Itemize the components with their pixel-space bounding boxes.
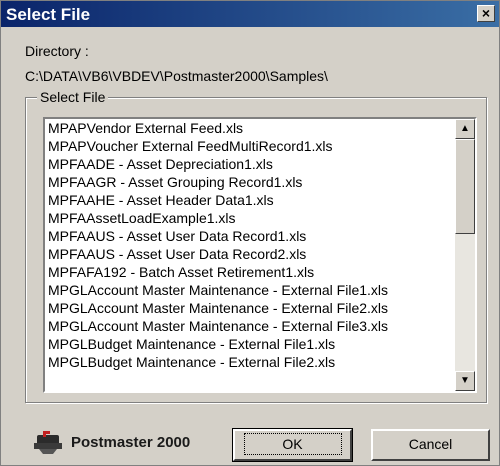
- close-button[interactable]: ×: [477, 5, 495, 22]
- title-bar[interactable]: Select File ×: [1, 1, 499, 27]
- list-item[interactable]: MPFAFA192 - Batch Asset Retirement1.xls: [45, 263, 455, 281]
- groupbox-label: Select File: [37, 89, 109, 105]
- mailbox-icon: [33, 429, 63, 455]
- list-item[interactable]: MPGLAccount Master Maintenance - Externa…: [45, 281, 455, 299]
- select-file-dialog: Select File × Directory : C:\DATA\VB6\VB…: [0, 0, 500, 466]
- scroll-down-icon[interactable]: ▼: [455, 371, 475, 391]
- list-item[interactable]: MPGLBudget Maintenance - External File1.…: [45, 335, 455, 353]
- dialog-title: Select File: [6, 5, 91, 24]
- file-listbox[interactable]: MPAPVendor External Feed.xls MPAPVoucher …: [43, 117, 477, 393]
- list-item[interactable]: MPAPVendor External Feed.xls: [45, 119, 455, 137]
- list-item[interactable]: MPFAAssetLoadExample1.xls: [45, 209, 455, 227]
- list-item[interactable]: MPGLBudget Maintenance - External File2.…: [45, 353, 455, 371]
- directory-path: C:\DATA\VB6\VBDEV\Postmaster2000\Samples…: [25, 68, 328, 84]
- list-item[interactable]: MPFAAHE - Asset Header Data1.xls: [45, 191, 455, 209]
- vertical-scrollbar[interactable]: ▲ ▼: [455, 119, 475, 391]
- logo-text: Postmaster 2000: [71, 433, 191, 451]
- list-item[interactable]: MPFAAUS - Asset User Data Record2.xls: [45, 245, 455, 263]
- postmaster-logo: Postmaster 2000: [33, 426, 218, 458]
- ok-button-label: OK: [243, 433, 342, 455]
- list-item[interactable]: MPGLAccount Master Maintenance - Externa…: [45, 317, 455, 335]
- ok-button[interactable]: OK: [232, 428, 353, 462]
- list-item[interactable]: MPFAADE - Asset Depreciation1.xls: [45, 155, 455, 173]
- list-item[interactable]: MPFAAUS - Asset User Data Record1.xls: [45, 227, 455, 245]
- list-item[interactable]: MPGLAccount Master Maintenance - Externa…: [45, 299, 455, 317]
- list-item[interactable]: MPAPVoucher External FeedMultiRecord1.xl…: [45, 137, 455, 155]
- list-item[interactable]: MPFAAGR - Asset Grouping Record1.xls: [45, 173, 455, 191]
- file-list: MPAPVendor External Feed.xls MPAPVoucher …: [45, 119, 455, 391]
- scroll-thumb[interactable]: [455, 139, 475, 234]
- directory-label: Directory :: [25, 43, 89, 59]
- scroll-up-icon[interactable]: ▲: [455, 119, 475, 139]
- cancel-button[interactable]: Cancel: [371, 429, 490, 461]
